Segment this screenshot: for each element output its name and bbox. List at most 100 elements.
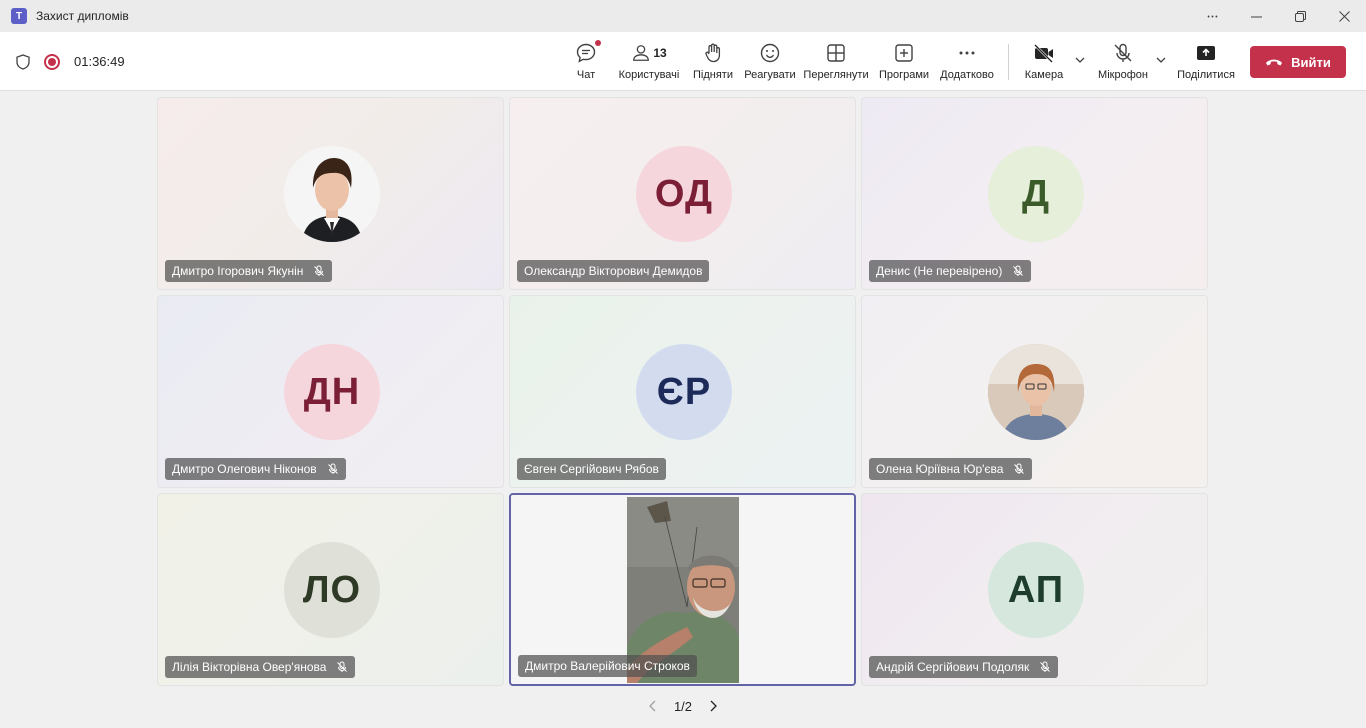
more-options-button[interactable] xyxy=(1190,0,1234,32)
participant-tile[interactable]: Дмитро Ігорович Якунін xyxy=(157,97,504,290)
recording-icon xyxy=(44,53,60,70)
participant-name: Дмитро Олегович Ніконов xyxy=(172,462,317,476)
participant-nameplate: Денис (Не перевірено) xyxy=(869,260,1032,282)
window-title: Захист дипломів xyxy=(36,9,129,23)
chat-button[interactable]: Чат xyxy=(572,40,601,81)
raise-hand-label: Підняти xyxy=(693,69,733,81)
leave-button[interactable]: Вийти xyxy=(1250,46,1346,78)
mic-muted-icon xyxy=(1040,661,1051,672)
camera-label: Камера xyxy=(1024,69,1064,81)
people-button[interactable]: 13 Користувачі xyxy=(617,40,681,81)
gallery-pager: 1/2 xyxy=(648,696,718,716)
ellipsis-icon xyxy=(1207,15,1217,17)
mic-muted-icon xyxy=(1013,265,1024,276)
close-button[interactable] xyxy=(1322,0,1366,32)
more-button[interactable]: Додатково xyxy=(939,40,995,81)
chat-icon xyxy=(575,40,601,66)
participant-nameplate: Андрій Сергійович Подоляк xyxy=(869,656,1059,678)
meeting-timer: 01:36:49 xyxy=(74,54,125,69)
minimize-button[interactable] xyxy=(1234,0,1278,32)
participant-tile[interactable]: Д Денис (Не перевірено) xyxy=(861,97,1208,290)
participant-name: Олена Юріївна Юр'єва xyxy=(876,462,1004,476)
mic-label: Мікрофон xyxy=(1098,69,1148,81)
camera-options-chevron-icon[interactable] xyxy=(1074,54,1086,66)
mic-muted-icon xyxy=(314,265,325,276)
apps-button[interactable]: Програми xyxy=(878,40,930,81)
mic-muted-icon xyxy=(337,661,348,672)
toolbar-divider xyxy=(1008,44,1009,80)
participant-nameplate: Дмитро Ігорович Якунін xyxy=(165,260,333,282)
teams-logo-icon: T xyxy=(11,8,27,24)
grid-view-icon xyxy=(825,40,847,66)
participant-avatar: ЛО xyxy=(284,542,380,638)
chevron-left-icon[interactable] xyxy=(648,700,658,712)
raise-hand-icon xyxy=(702,40,724,66)
mic-muted-icon xyxy=(1014,463,1025,474)
participant-photo xyxy=(284,146,380,242)
participant-avatar: ДН xyxy=(284,344,380,440)
raise-hand-button[interactable]: Підняти xyxy=(692,40,734,81)
participant-avatar: ОД xyxy=(636,146,732,242)
share-label: Поділитися xyxy=(1177,69,1235,81)
page-indicator: 1/2 xyxy=(673,698,693,714)
camera-off-icon xyxy=(1033,40,1055,66)
restore-icon xyxy=(1294,10,1306,22)
participant-nameplate: Олександр Вікторович Демидов xyxy=(517,260,710,282)
react-button[interactable]: Реагувати xyxy=(744,40,796,81)
leave-label: Вийти xyxy=(1291,54,1331,70)
mic-button[interactable]: Мікрофон xyxy=(1096,40,1150,81)
participant-name: Дмитро Ігорович Якунін xyxy=(172,264,304,278)
hang-up-icon xyxy=(1266,59,1283,66)
camera-button[interactable]: Камера xyxy=(1024,40,1064,81)
participant-name: Дмитро Валерійович Строков xyxy=(525,659,690,673)
participant-nameplate: Олена Юріївна Юр'єва xyxy=(869,458,1033,480)
participant-tile[interactable]: ЛО Лілія Вікторівна Овер'янова xyxy=(157,493,504,686)
participant-avatar: Д xyxy=(988,146,1084,242)
title-bar: T Захист дипломів xyxy=(0,0,1366,32)
participant-name: Лілія Вікторівна Овер'янова xyxy=(172,660,327,674)
participant-nameplate: Лілія Вікторівна Овер'янова xyxy=(165,656,356,678)
meeting-toolbar: 01:36:49 Чат 13 Користувачі Підняти Реаг… xyxy=(0,32,1366,91)
participant-tile[interactable]: ОД Олександр Вікторович Демидов xyxy=(509,97,856,290)
participant-nameplate: Дмитро Валерійович Строков xyxy=(518,655,697,677)
meeting-status: 01:36:49 xyxy=(16,32,125,91)
restore-button[interactable] xyxy=(1278,0,1322,32)
share-button[interactable]: Поділитися xyxy=(1177,40,1235,81)
participant-tile[interactable]: ДН Дмитро Олегович Ніконов xyxy=(157,295,504,488)
window-controls xyxy=(1190,0,1366,32)
people-label: Користувачі xyxy=(618,69,680,81)
participant-name: Олександр Вікторович Демидов xyxy=(524,264,703,278)
chevron-right-icon[interactable] xyxy=(708,700,718,712)
participant-tile[interactable]: АП Андрій Сергійович Подоляк xyxy=(861,493,1208,686)
chat-label: Чат xyxy=(576,69,596,81)
participant-tile[interactable]: Олена Юріївна Юр'єва xyxy=(861,295,1208,488)
react-label: Реагувати xyxy=(744,69,796,81)
participant-nameplate: Євген Сергійович Рябов xyxy=(517,458,666,480)
chat-notification-dot xyxy=(595,40,601,46)
participant-avatar: АП xyxy=(988,542,1084,638)
participant-name: Андрій Сергійович Подоляк xyxy=(876,660,1030,674)
people-icon: 13 xyxy=(631,40,667,66)
emoji-icon xyxy=(759,40,781,66)
participant-name: Євген Сергійович Рябов xyxy=(524,462,659,476)
more-label: Додатково xyxy=(940,69,994,81)
close-icon xyxy=(1338,10,1350,22)
people-count: 13 xyxy=(653,46,667,60)
shield-icon[interactable] xyxy=(16,53,30,70)
mic-muted-icon xyxy=(327,463,338,474)
participant-photo xyxy=(988,344,1084,440)
mic-off-icon xyxy=(1112,40,1134,66)
add-apps-icon xyxy=(893,40,915,66)
view-button[interactable]: Переглянути xyxy=(803,40,869,81)
minimize-icon xyxy=(1250,16,1262,17)
more-icon xyxy=(956,40,978,66)
participant-nameplate: Дмитро Олегович Ніконов xyxy=(165,458,346,480)
participant-name: Денис (Не перевірено) xyxy=(876,264,1003,278)
share-screen-icon xyxy=(1195,40,1217,66)
view-label: Переглянути xyxy=(803,69,869,81)
mic-options-chevron-icon[interactable] xyxy=(1155,54,1167,66)
participant-avatar: ЄР xyxy=(636,344,732,440)
participant-tile-active-speaker[interactable]: Дмитро Валерійович Строков xyxy=(509,493,856,686)
apps-label: Програми xyxy=(878,69,930,81)
participant-tile[interactable]: ЄР Євген Сергійович Рябов xyxy=(509,295,856,488)
